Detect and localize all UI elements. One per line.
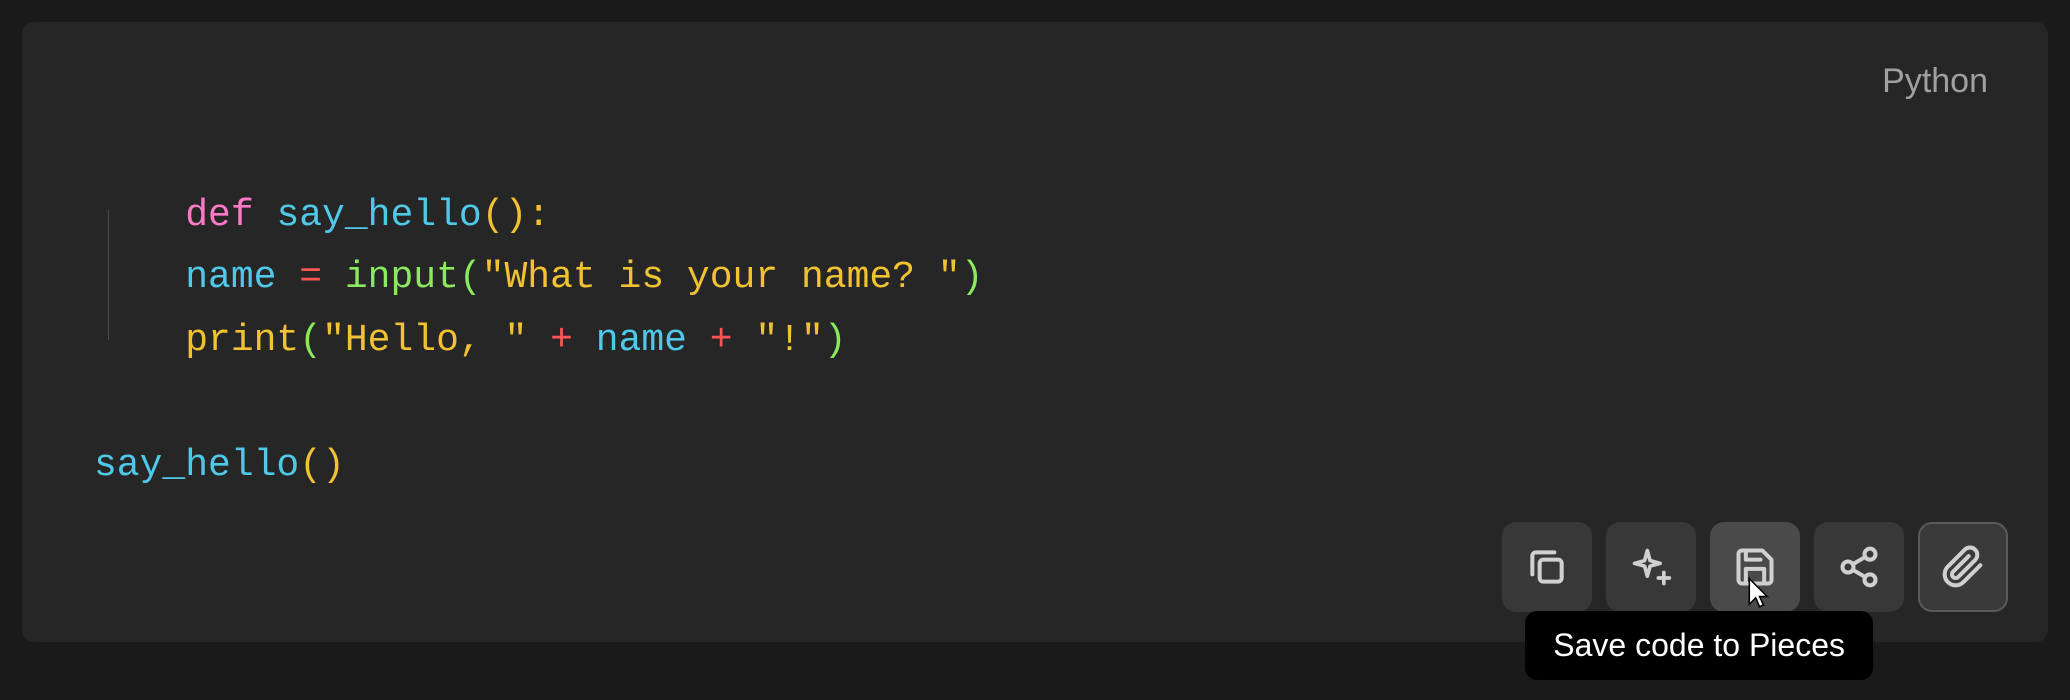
variable: name [596,319,687,362]
string-literal: "!" [755,319,823,362]
parens: () [299,444,345,487]
builtin-print: print [185,319,299,362]
variable: name [185,256,276,299]
operator-plus: + [527,319,595,362]
paren-close: ) [961,256,984,299]
save-tooltip: Save code to Pieces [1525,611,1873,680]
code-block: Python def say_hello(): name = input("Wh… [22,22,2048,642]
indent-guide [108,210,109,340]
function-name: say_hello [276,194,481,237]
paren-open: ( [299,319,322,362]
keyword-def: def [185,194,253,237]
parens: (): [482,194,550,237]
copy-button[interactable] [1502,522,1592,612]
cursor-pointer-icon [1741,576,1773,612]
attach-icon [1941,545,1985,589]
operator: = [276,256,344,299]
share-button[interactable] [1814,522,1904,612]
sparkle-icon [1629,545,1673,589]
operator-plus: + [687,319,755,362]
share-icon [1837,545,1881,589]
builtin-input: input [345,256,459,299]
paren-open: ( [459,256,482,299]
attach-button[interactable] [1918,522,2008,612]
code-content: def say_hello(): name = input("What is y… [22,62,2048,498]
string-literal: "What is your name? " [482,256,961,299]
function-call: say_hello [94,444,299,487]
sparkle-button[interactable] [1606,522,1696,612]
string-literal: "Hello, " [322,319,527,362]
paren-close: ) [824,319,847,362]
copy-icon [1525,545,1569,589]
